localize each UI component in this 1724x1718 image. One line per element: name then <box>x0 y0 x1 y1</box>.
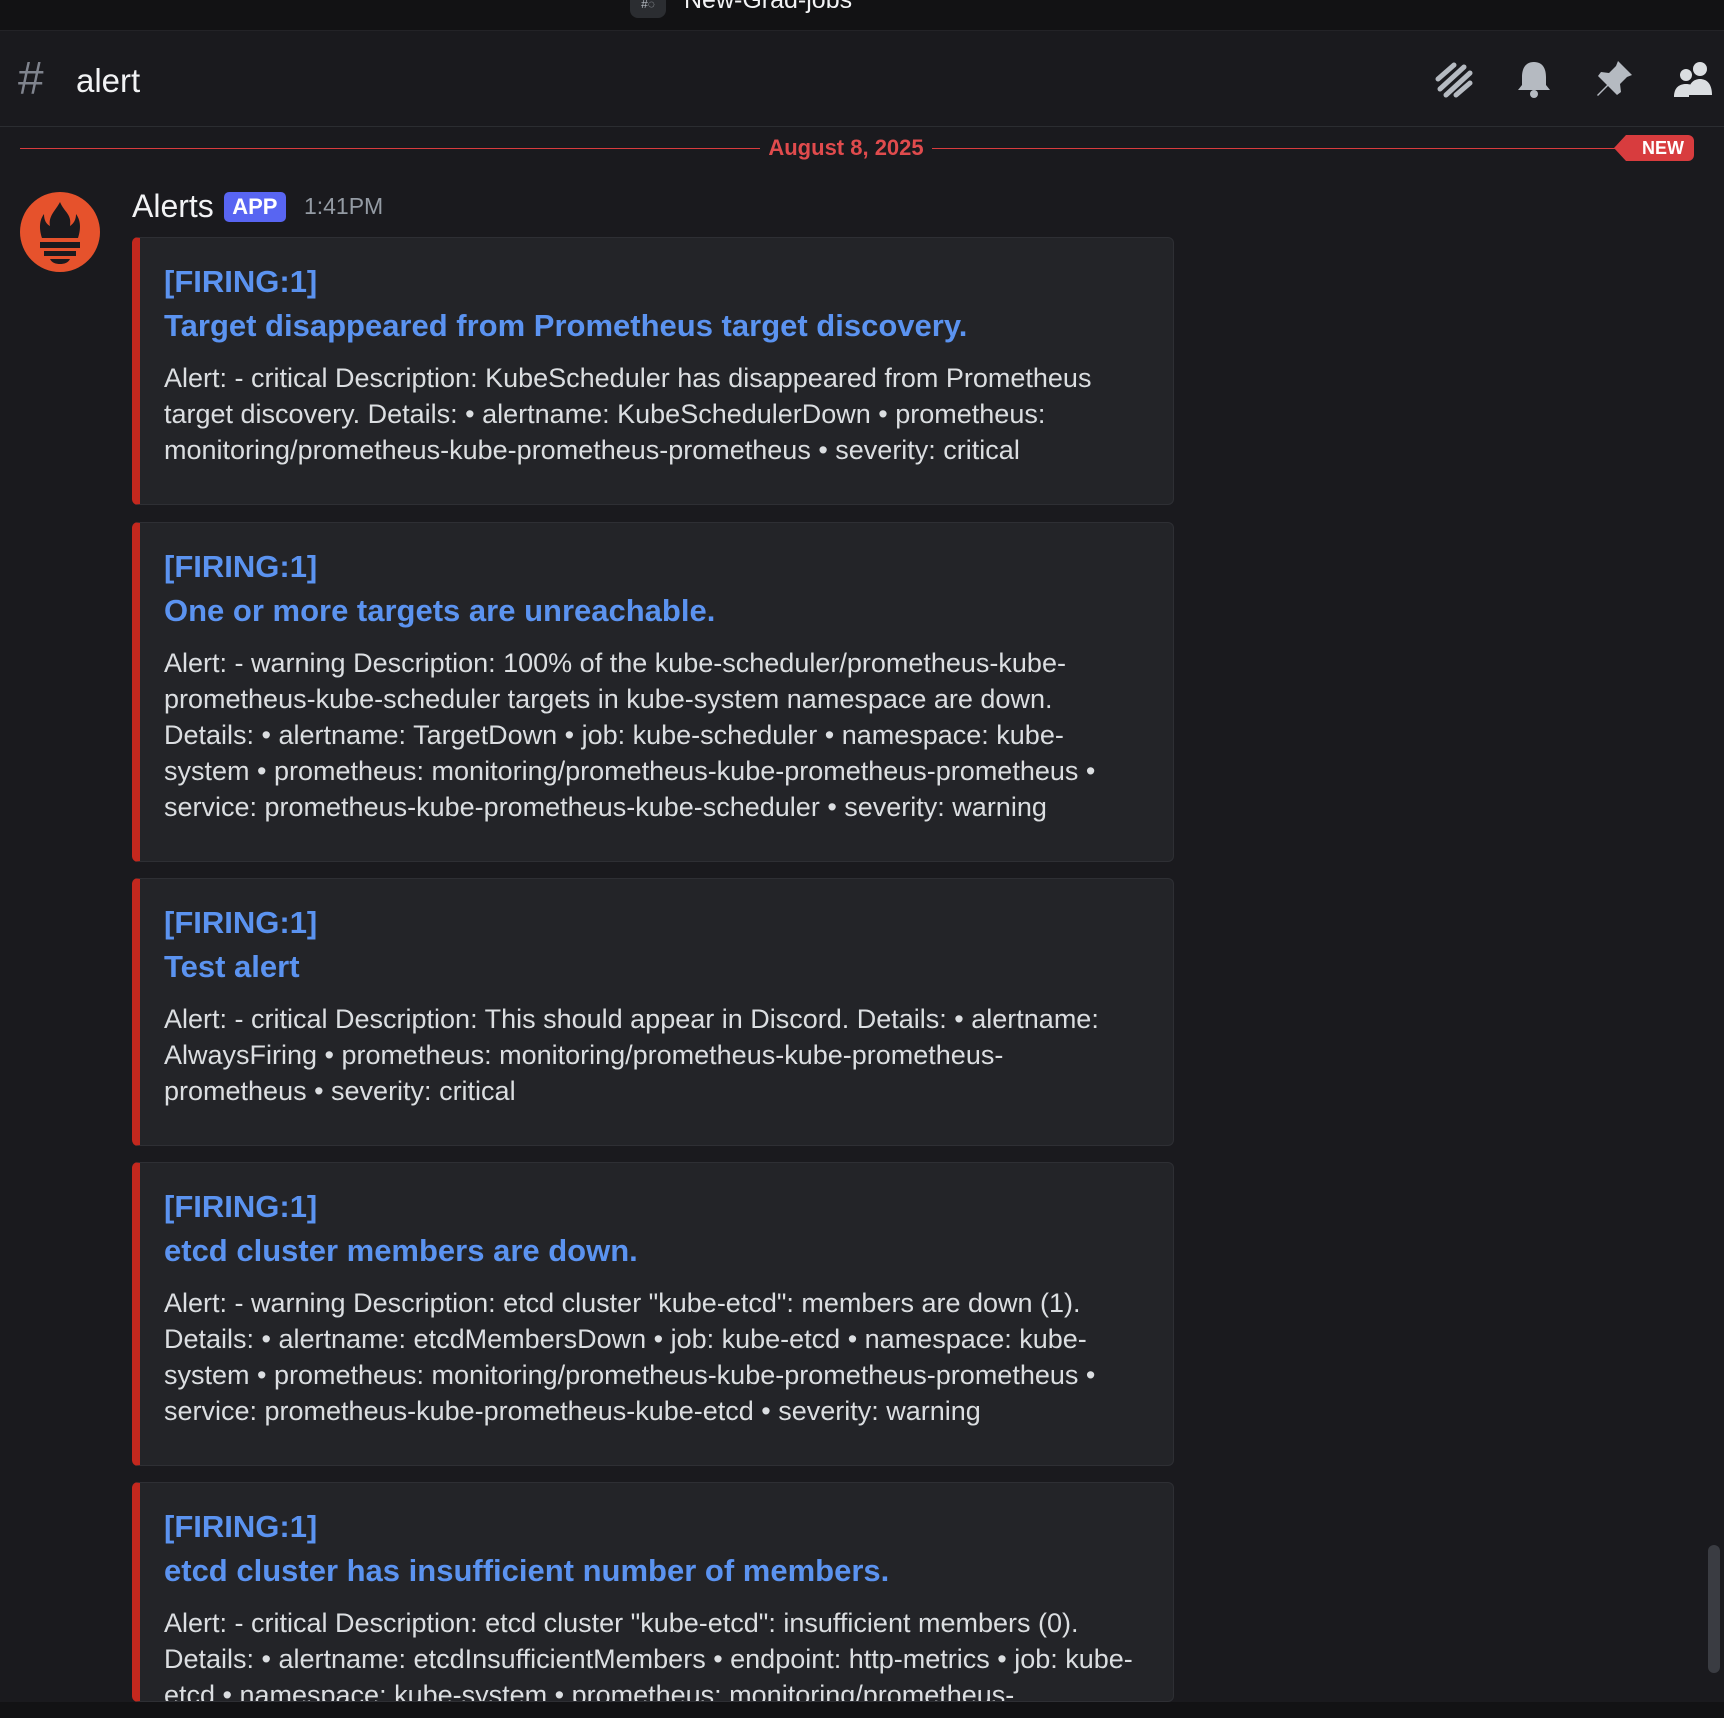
bell-icon[interactable] <box>1512 57 1556 101</box>
embed-description: Alert: - critical Description: etcd clus… <box>164 1608 1133 1702</box>
embed-description: Alert: - critical Description: KubeSched… <box>164 363 1092 465</box>
top-bar: #◌ New-Grad-jobs <box>0 0 1724 31</box>
alert-embed: [FIRING:1] Target disappeared from Prome… <box>132 237 1174 505</box>
divider-date: August 8, 2025 <box>768 135 924 160</box>
channel-hash-icon: # <box>18 52 44 104</box>
divider-line <box>20 148 760 149</box>
channel-header: # alert <box>0 31 1724 127</box>
alert-embed: [FIRING:1] Test alert Alert: - critical … <box>132 878 1174 1146</box>
alert-embed: [FIRING:1] One or more targets are unrea… <box>132 522 1174 862</box>
embed-title[interactable]: [FIRING:1] <box>164 901 1143 945</box>
embed-title[interactable]: [FIRING:1] <box>164 260 1143 304</box>
author-name[interactable]: Alerts <box>132 188 214 224</box>
embed-title[interactable]: Test alert <box>164 945 1143 989</box>
channel-name: alert <box>76 62 141 99</box>
avatar[interactable] <box>20 192 100 272</box>
scrollbar-thumb[interactable] <box>1708 1545 1720 1673</box>
pin-icon[interactable] <box>1592 57 1636 101</box>
embed-title[interactable]: Target disappeared from Prometheus targe… <box>164 304 1143 348</box>
server-icon[interactable]: #◌ <box>630 0 666 18</box>
message-header: Alerts APP 1:41PM <box>132 188 383 232</box>
divider-line <box>932 148 1626 149</box>
embed-description: Alert: - warning Description: 100% of th… <box>164 648 1096 822</box>
new-badge[interactable]: NEW <box>1614 135 1694 161</box>
embed-description: Alert: - critical Description: This shou… <box>164 1004 1099 1106</box>
embed-title[interactable]: [FIRING:1] <box>164 1505 1143 1549</box>
embed-title[interactable]: [FIRING:1] <box>164 1185 1143 1229</box>
embed-description: Alert: - warning Description: etcd clust… <box>164 1288 1096 1426</box>
message-timestamp[interactable]: 1:41PM <box>304 193 383 219</box>
alert-embed: [FIRING:1] etcd cluster members are down… <box>132 1162 1174 1466</box>
threads-icon[interactable] <box>1432 57 1476 101</box>
alert-embed: [FIRING:1] etcd cluster has insufficient… <box>132 1482 1174 1702</box>
embed-title[interactable]: etcd cluster members are down. <box>164 1229 1143 1273</box>
embed-title[interactable]: etcd cluster has insufficient number of … <box>164 1549 1143 1593</box>
members-icon[interactable] <box>1672 57 1716 101</box>
server-name[interactable]: New-Grad-jobs <box>684 0 852 15</box>
app-badge: APP <box>224 191 286 222</box>
prometheus-icon <box>40 202 80 264</box>
new-messages-divider: August 8, 2025 NEW <box>20 135 1694 161</box>
embed-title[interactable]: [FIRING:1] <box>164 545 1143 589</box>
embed-title[interactable]: One or more targets are unreachable. <box>164 589 1143 633</box>
composer-edge <box>0 1702 1724 1718</box>
